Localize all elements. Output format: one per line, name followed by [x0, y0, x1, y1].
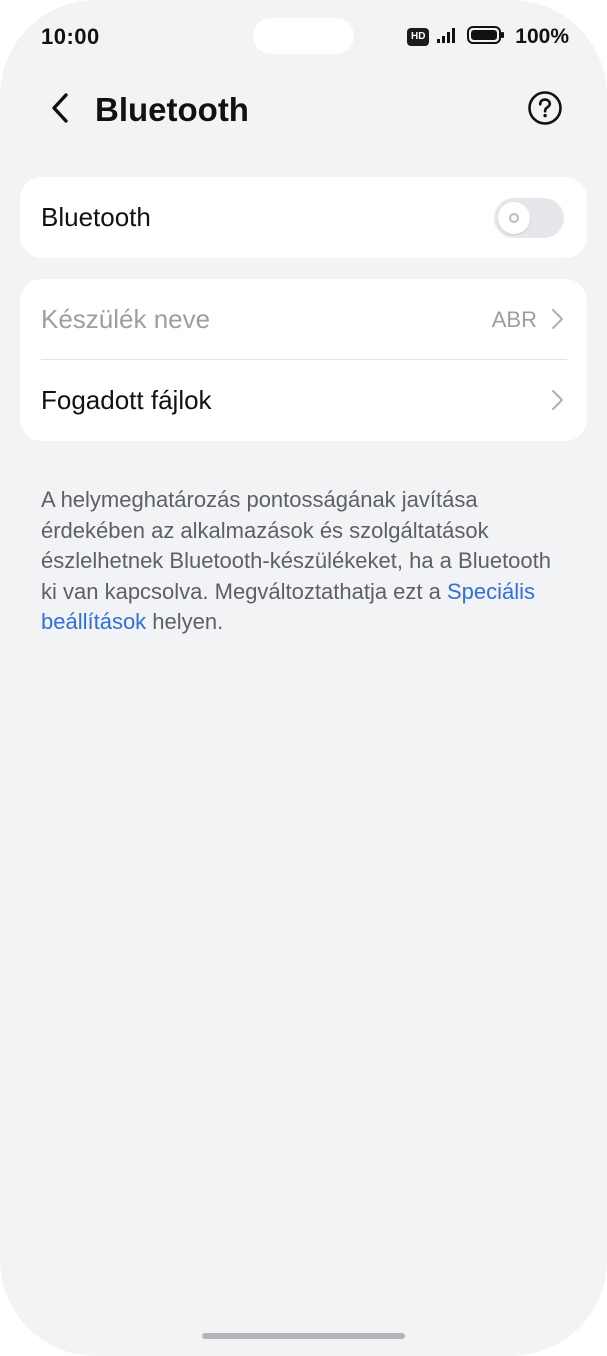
status-bar: 10:00 HD 100% — [0, 0, 607, 72]
status-time: 10:00 — [41, 24, 100, 49]
app-header: Bluetooth — [0, 80, 607, 140]
status-icons: HD 100% — [407, 24, 569, 50]
device-name-row[interactable]: Készülék neve ABR — [20, 279, 587, 360]
chevron-left-icon — [49, 92, 71, 129]
bluetooth-toggle-row[interactable]: Bluetooth — [20, 177, 587, 258]
question-circle-icon — [527, 90, 563, 131]
phone-screen: 10:00 HD 100% Bluetooth Bluetooth Készül… — [0, 0, 607, 1356]
received-files-label: Fogadott fájlok — [41, 385, 212, 415]
switch-off-indicator — [509, 213, 519, 223]
location-info-text: A helymeghatározás pontosságának javítás… — [41, 485, 571, 638]
bluetooth-card: Bluetooth — [20, 177, 587, 258]
settings-list-card: Készülék neve ABR Fogadott fájlok — [20, 279, 587, 441]
camera-pill — [253, 18, 354, 54]
bluetooth-label: Bluetooth — [41, 202, 151, 232]
info-text-after: helyen. — [146, 609, 224, 634]
back-button[interactable] — [40, 90, 80, 130]
home-indicator[interactable] — [202, 1333, 405, 1339]
device-name-label: Készülék neve — [41, 304, 211, 334]
chevron-right-icon — [549, 307, 565, 331]
help-button[interactable] — [526, 90, 564, 131]
signal-icon — [437, 26, 459, 49]
hd-badge: HD — [407, 28, 430, 46]
chevron-right-icon — [549, 388, 565, 412]
page-title: Bluetooth — [95, 91, 249, 128]
switch-knob — [498, 202, 530, 234]
battery-percent: 100% — [515, 25, 569, 48]
device-name-value: ABR — [491, 307, 537, 332]
battery-icon — [467, 25, 505, 50]
received-files-row[interactable]: Fogadott fájlok — [20, 360, 587, 441]
bluetooth-switch[interactable] — [494, 198, 564, 238]
